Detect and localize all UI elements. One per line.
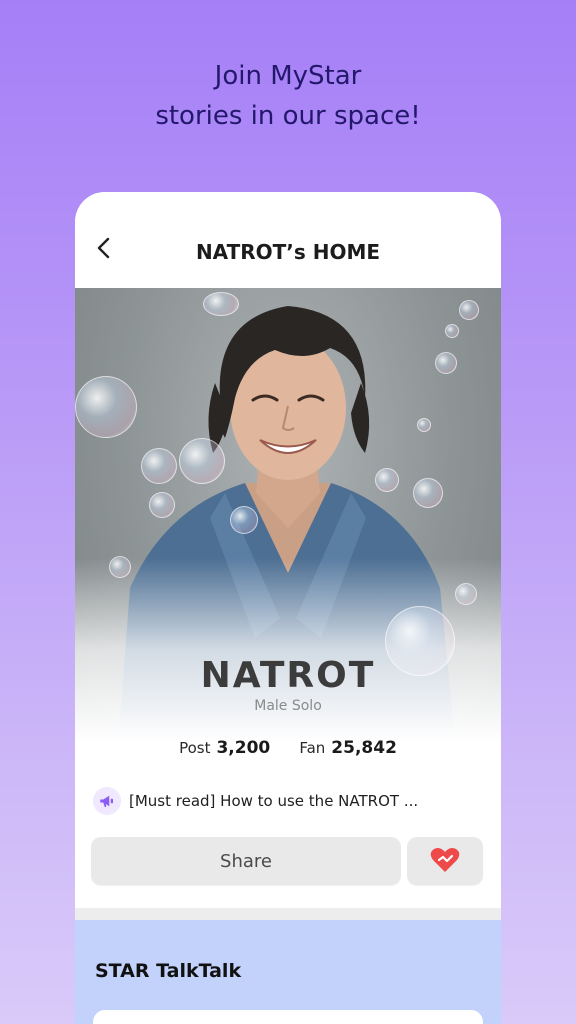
- bubble-decoration: [445, 324, 459, 338]
- bubble-decoration: [75, 376, 137, 438]
- bubble-decoration: [459, 300, 479, 320]
- bubble-decoration: [435, 352, 457, 374]
- post-stat: Post 3,200: [179, 738, 270, 758]
- bubble-decoration: [230, 506, 258, 534]
- talk-card[interactable]: [93, 1010, 483, 1024]
- action-row: Share: [91, 837, 483, 885]
- share-button[interactable]: Share: [91, 837, 401, 885]
- fan-label: Fan: [299, 739, 326, 757]
- notice-banner[interactable]: [Must read] How to use the NATROT ...: [93, 786, 483, 816]
- promo-line-1: Join MyStar: [214, 61, 362, 91]
- talk-section: STAR TalkTalk: [75, 920, 501, 1024]
- bubble-decoration: [149, 492, 175, 518]
- notice-text: [Must read] How to use the NATROT ...: [129, 792, 419, 810]
- megaphone-icon: [93, 787, 121, 815]
- heart-button[interactable]: [407, 837, 483, 885]
- section-divider: [75, 908, 501, 920]
- bubble-decoration: [141, 448, 177, 484]
- promo-line-2: stories in our space!: [155, 101, 421, 131]
- promo-headline: Join MyStar stories in our space!: [0, 56, 576, 136]
- bubble-decoration: [417, 418, 431, 432]
- fan-stat: Fan 25,842: [299, 738, 397, 758]
- star-category: Male Solo: [254, 698, 322, 714]
- bubble-decoration: [375, 468, 399, 492]
- profile-stats: Post 3,200 Fan 25,842: [75, 738, 501, 758]
- fan-count: 25,842: [331, 738, 397, 758]
- post-label: Post: [179, 739, 211, 757]
- talk-section-title: STAR TalkTalk: [95, 960, 242, 982]
- top-bar: NATROT’s HOME: [75, 192, 501, 288]
- phone-frame: NATROT’s HOME NATROT Male Solo Post 3,20…: [75, 192, 501, 1024]
- post-count: 3,200: [216, 738, 271, 758]
- bubble-decoration: [203, 292, 239, 316]
- page-title: NATROT’s HOME: [195, 240, 381, 264]
- bubble-decoration: [179, 438, 225, 484]
- bubble-decoration: [413, 478, 443, 508]
- heart-icon: [430, 847, 460, 876]
- star-name-logo: NATROT: [200, 655, 376, 696]
